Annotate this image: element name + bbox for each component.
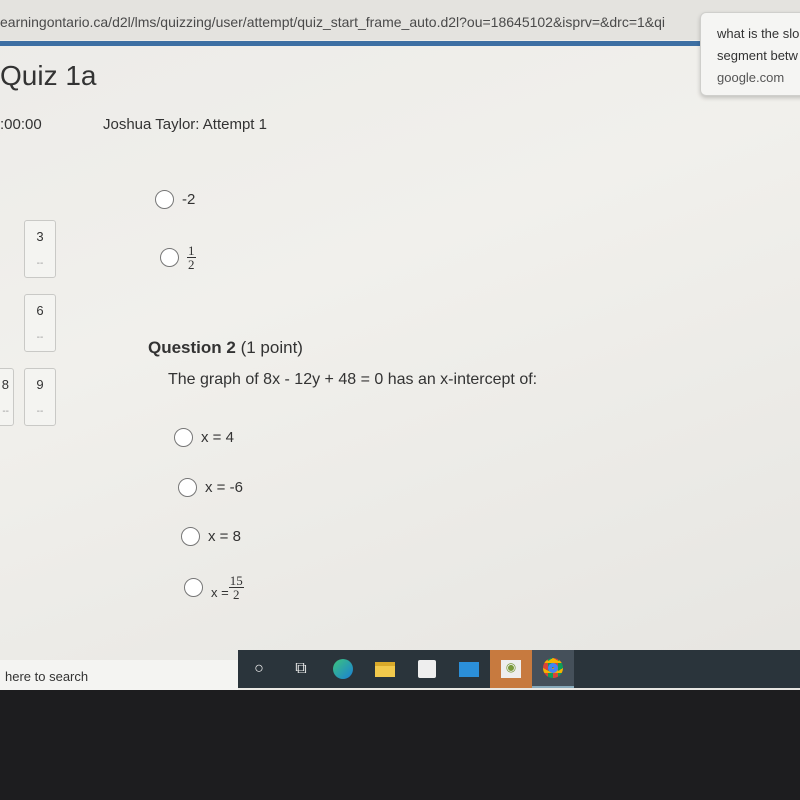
question-nav-3[interactable]: 3 -- [24, 220, 56, 278]
question-2-text: The graph of 8x - 12y + 48 = 0 has an x-… [168, 371, 538, 388]
option-prefix: x = [211, 585, 229, 600]
timer: :00:00 [0, 116, 42, 133]
screen: earningontario.ca/d2l/lms/quizzing/user/… [0, 0, 800, 690]
search-suggestion-popup[interactable]: what is the slo segment betw google.com [700, 12, 800, 96]
question-2-heading: Question 2 (1 point) [148, 338, 303, 357]
radio-button[interactable] [178, 478, 197, 497]
url-text: earningontario.ca/d2l/lms/quizzing/user/… [0, 14, 666, 30]
nav-status: -- [36, 406, 44, 417]
address-bar[interactable]: earningontario.ca/d2l/lms/quizzing/user/… [0, 0, 800, 40]
store-icon[interactable] [406, 650, 448, 688]
suggestion-source: google.com [717, 70, 785, 85]
nav-number: 6 [36, 303, 44, 318]
edge-icon[interactable] [322, 650, 364, 688]
nav-number: 3 [36, 229, 44, 244]
search-placeholder: here to search [5, 669, 89, 684]
option-label: -2 [182, 191, 196, 208]
q2-option-1[interactable]: x = 4 [174, 428, 234, 447]
page-title: Quiz 1a [0, 60, 97, 91]
option-label: x = 8 [208, 528, 241, 545]
radio-button[interactable] [181, 527, 200, 546]
q2-option-4[interactable]: x = 15 2 [184, 574, 244, 601]
eye-app-icon[interactable]: ◉ [490, 650, 532, 688]
cortana-icon[interactable]: ○ [238, 650, 280, 688]
radio-button[interactable] [174, 428, 193, 447]
suggestion-line2: segment betw [717, 48, 798, 63]
file-explorer-icon[interactable] [364, 650, 406, 688]
mail-icon[interactable] [448, 650, 490, 688]
q1-option-half[interactable]: 12 [160, 244, 196, 271]
radio-button[interactable] [155, 190, 174, 209]
taskbar: ○ ⧉ ◉ [238, 650, 800, 688]
attempt-label: Joshua Taylor: Attempt 1 [103, 116, 267, 133]
nav-number: 8 [1, 377, 9, 392]
task-view-icon[interactable]: ⧉ [280, 650, 322, 688]
suggestion-line1: what is the slo [717, 26, 800, 41]
fraction: 12 [187, 243, 196, 272]
nav-status: -- [2, 406, 9, 417]
option-label: x = 4 [201, 429, 234, 446]
nav-status: -- [36, 258, 44, 269]
taskbar-search[interactable]: here to search [0, 660, 238, 690]
q1-option-neg2[interactable]: -2 [155, 190, 195, 209]
radio-button[interactable] [160, 248, 179, 267]
radio-button[interactable] [184, 578, 203, 597]
q2-option-3[interactable]: x = 8 [181, 527, 241, 546]
q2-option-2[interactable]: x = -6 [178, 478, 243, 497]
question-nav-6[interactable]: 6 -- [24, 294, 56, 352]
header-divider [0, 41, 700, 46]
fraction: 15 2 [228, 573, 244, 602]
question-nav-8[interactable]: 8 -- [0, 368, 14, 426]
option-label: x = -6 [205, 479, 243, 496]
chrome-icon[interactable] [532, 650, 574, 688]
nav-number: 9 [36, 377, 44, 392]
question-nav-9[interactable]: 9 -- [24, 368, 56, 426]
nav-status: -- [36, 332, 44, 343]
